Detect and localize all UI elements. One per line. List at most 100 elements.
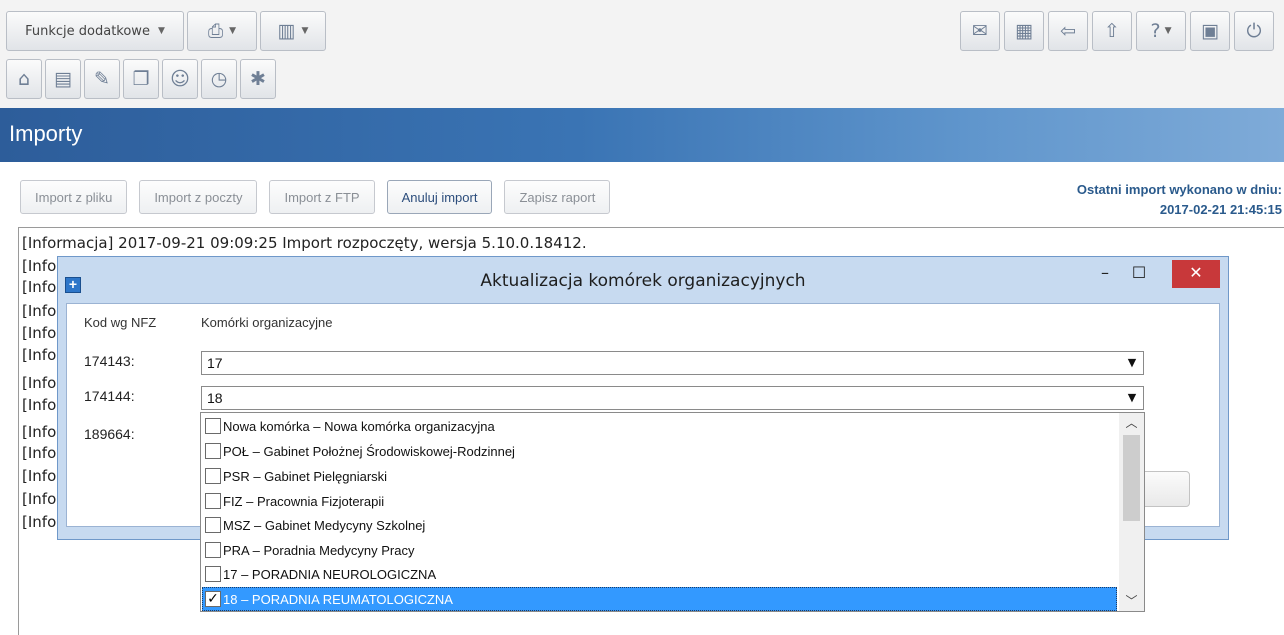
- log-line: [Info: [22, 444, 57, 462]
- checkbox[interactable]: [205, 493, 221, 509]
- chevron-down-icon: ▼: [301, 26, 309, 36]
- minimize-button[interactable]: –: [1090, 260, 1120, 288]
- toolbar-row-2: ⌂ ▤ ✎ ❐ ☺ ◷ ✱: [6, 59, 276, 99]
- cancel-import-button[interactable]: Anuluj import: [386, 180, 493, 214]
- people-button[interactable]: ☺: [162, 59, 198, 99]
- checkbox[interactable]: [205, 517, 221, 533]
- option-label: Nowa komórka – Nowa komórka organizacyjn…: [223, 418, 495, 434]
- log-line: [Info: [22, 324, 57, 342]
- layout-icon: ▥: [277, 19, 296, 42]
- mail-button[interactable]: ✉: [960, 11, 1000, 51]
- save-report-button[interactable]: Zapisz raport: [504, 180, 611, 214]
- up-button[interactable]: ⇧: [1092, 11, 1132, 51]
- toolbar-right: ✉ ▦ ⇦ ⇧ ? ▼ ▣ ⏻: [960, 11, 1274, 51]
- list-item[interactable]: 17 – PORADNIA NEUROLOGICZNA: [202, 562, 1117, 586]
- settings-button[interactable]: ✱: [240, 59, 276, 99]
- people-icon: ☺: [170, 67, 190, 90]
- clock-button[interactable]: ◷: [201, 59, 237, 99]
- option-label: FIZ – Pracownia Fizjoterapii: [223, 493, 385, 509]
- option-label: PRA – Poradnia Medycyny Pracy: [223, 542, 415, 558]
- import-mail-button[interactable]: Import z poczty: [139, 180, 258, 214]
- lock-icon: ▣: [1201, 19, 1219, 42]
- dialog-titlebar[interactable]: + Aktualizacja komórek organizacyjnych –…: [58, 257, 1228, 303]
- option-label: MSZ – Gabinet Medycyny Szkolnej: [223, 517, 426, 533]
- power-button[interactable]: ⏻: [1234, 11, 1274, 51]
- option-label: PSR – Gabinet Pielęgniarski: [223, 468, 388, 484]
- last-import-info: Ostatni import wykonano w dniu: 2017-02-…: [1077, 180, 1282, 220]
- back-icon: ⇦: [1060, 19, 1076, 42]
- log-line: [Info: [22, 490, 57, 508]
- log-line: [Info: [22, 423, 57, 441]
- print-dropdown[interactable]: ⎙ ▼: [187, 11, 257, 51]
- chevron-down-icon[interactable]: ▼: [1121, 352, 1143, 374]
- list-item[interactable]: MSZ – Gabinet Medycyny Szkolnej: [202, 513, 1117, 537]
- clock-icon: ◷: [210, 67, 228, 90]
- chevron-down-icon: ▼: [1164, 26, 1172, 36]
- unit-select-value: 17: [207, 355, 223, 371]
- list-item[interactable]: FIZ – Pracownia Fizjoterapii: [202, 489, 1117, 513]
- calculator-icon: ▦: [1015, 19, 1033, 42]
- action-bar: Import z pliku Import z poczty Import z …: [20, 180, 611, 214]
- checkbox[interactable]: [205, 542, 221, 558]
- home-icon: ⌂: [17, 67, 31, 90]
- list-item[interactable]: Nowa komórka – Nowa komórka organizacyjn…: [202, 414, 1117, 438]
- list-item[interactable]: PRA – Poradnia Medycyny Pracy: [202, 538, 1117, 562]
- scroll-thumb[interactable]: [1123, 435, 1140, 521]
- import-ftp-button[interactable]: Import z FTP: [269, 180, 375, 214]
- toolbar: Funkcje dodatkowe ▼ ⎙ ▼ ▥ ▼ ⌂ ▤ ✎ ❐ ☺ ◷ …: [0, 0, 1284, 108]
- help-icon: ?: [1150, 19, 1161, 42]
- log-line: [Info: [22, 374, 57, 392]
- power-icon: ⏻: [1246, 19, 1262, 42]
- up-icon: ⇧: [1104, 19, 1120, 42]
- dialog-title: Aktualizacja komórek organizacyjnych: [480, 271, 806, 291]
- checkbox[interactable]: [205, 468, 221, 484]
- checkbox[interactable]: [205, 418, 221, 434]
- log-line: [Info: [22, 346, 57, 364]
- chevron-down-icon[interactable]: ▼: [1121, 387, 1143, 409]
- option-label: POŁ – Gabinet Położnej Środowiskowej-Rod…: [223, 443, 515, 459]
- chevron-down-icon: ▼: [229, 26, 237, 36]
- list-item[interactable]: POŁ – Gabinet Położnej Środowiskowej-Rod…: [202, 439, 1117, 463]
- scroll-up-icon[interactable]: ︿: [1119, 413, 1144, 433]
- window-icon: ▤: [54, 67, 72, 90]
- notes-button[interactable]: ✎: [84, 59, 120, 99]
- nfz-code: 174144:: [84, 388, 135, 404]
- extras-dropdown[interactable]: Funkcje dodatkowe ▼: [6, 11, 184, 51]
- list-scrollbar[interactable]: ︿ ﹀: [1119, 413, 1144, 611]
- option-label: 18 – PORADNIA REUMATOLOGICZNA: [223, 591, 453, 607]
- list-item[interactable]: PSR – Gabinet Pielęgniarski: [202, 464, 1117, 488]
- scroll-down-icon[interactable]: ﹀: [1119, 591, 1144, 611]
- lock-button[interactable]: ▣: [1190, 11, 1230, 51]
- printer-icon: ⎙: [207, 19, 224, 42]
- list-item-selected[interactable]: ✓ 18 – PORADNIA REUMATOLOGICZNA: [202, 587, 1117, 611]
- close-icon: ✕: [1189, 263, 1203, 282]
- back-button[interactable]: ⇦: [1048, 11, 1088, 51]
- checkbox[interactable]: [205, 443, 221, 459]
- home-button[interactable]: ⌂: [6, 59, 42, 99]
- help-dropdown[interactable]: ? ▼: [1136, 11, 1186, 51]
- unit-select[interactable]: 18 ▼: [201, 386, 1144, 410]
- app-window: Funkcje dodatkowe ▼ ⎙ ▼ ▥ ▼ ⌂ ▤ ✎ ❐ ☺ ◷ …: [0, 0, 1284, 635]
- column-header-units: Komórki organizacyjne: [201, 315, 333, 330]
- layout-dropdown[interactable]: ▥ ▼: [260, 11, 326, 51]
- last-import-label: Ostatni import wykonano w dniu:: [1076, 182, 1282, 197]
- close-button[interactable]: ✕: [1172, 260, 1220, 288]
- option-label: 17 – PORADNIA NEUROLOGICZNA: [223, 566, 437, 582]
- log-line: [Info: [22, 302, 57, 320]
- chevron-down-icon: ▼: [157, 26, 165, 36]
- window-button[interactable]: ▤: [45, 59, 81, 99]
- documents-button[interactable]: ❐: [123, 59, 159, 99]
- unit-options-list[interactable]: Nowa komórka – Nowa komórka organizacyjn…: [200, 412, 1145, 612]
- unit-select-value: 18: [207, 390, 223, 406]
- checkbox-checked[interactable]: ✓: [205, 591, 221, 607]
- toolbar-row-1: Funkcje dodatkowe ▼ ⎙ ▼ ▥ ▼: [6, 11, 326, 51]
- notes-icon: ✎: [94, 67, 110, 90]
- unit-select[interactable]: 17 ▼: [201, 351, 1144, 375]
- calculator-button[interactable]: ▦: [1004, 11, 1044, 51]
- page-title: Importy: [9, 121, 83, 146]
- import-file-button[interactable]: Import z pliku: [20, 180, 128, 214]
- maximize-button[interactable]: ☐: [1124, 260, 1154, 288]
- log-line: [Info: [22, 278, 57, 296]
- last-import-datetime: 2017-02-21 21:45:15: [1159, 202, 1282, 217]
- checkbox[interactable]: [205, 566, 221, 582]
